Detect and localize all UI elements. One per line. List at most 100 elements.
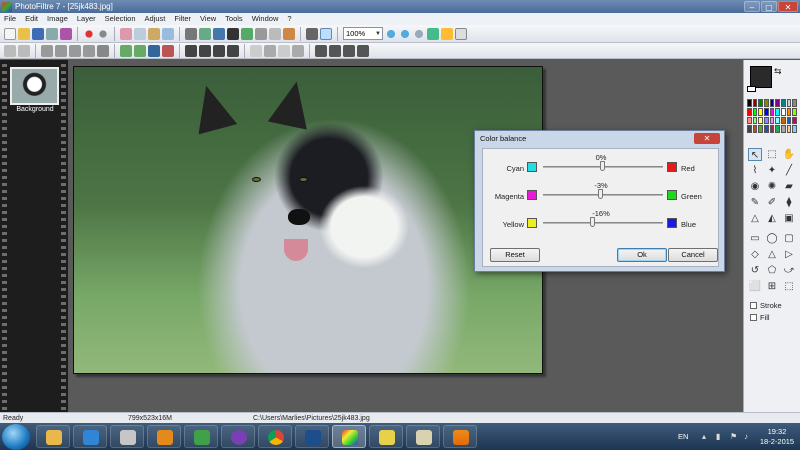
fill-option[interactable]: Fill bbox=[750, 313, 770, 322]
rectangle-icon[interactable]: ▭ bbox=[748, 232, 762, 245]
actual-size-icon[interactable] bbox=[413, 27, 425, 40]
pointer-icon[interactable]: ↖ bbox=[748, 148, 762, 161]
frame-select-icon[interactable]: ⬚ bbox=[782, 280, 796, 293]
tray-arrow-icon[interactable]: ▴ bbox=[702, 432, 711, 441]
palette-swatch[interactable] bbox=[786, 107, 792, 116]
taskbar-music[interactable] bbox=[221, 425, 255, 448]
swap-colors-icon[interactable]: ⇆ bbox=[774, 66, 782, 77]
palette-swatch[interactable] bbox=[758, 116, 763, 125]
canvas-size-icon[interactable] bbox=[199, 27, 211, 40]
minimize-button[interactable]: – bbox=[744, 1, 760, 12]
selection-add-icon[interactable] bbox=[18, 44, 30, 57]
levels-icon[interactable] bbox=[120, 44, 132, 57]
palette-swatch[interactable] bbox=[763, 99, 769, 107]
palette-swatch[interactable] bbox=[775, 125, 780, 133]
new-file-icon[interactable] bbox=[4, 27, 16, 40]
spray-icon[interactable]: ✺ bbox=[765, 180, 779, 193]
palette-swatch[interactable] bbox=[775, 107, 780, 116]
brightness-icon[interactable] bbox=[41, 44, 53, 57]
selection-icon[interactable] bbox=[4, 44, 16, 57]
palette-swatch[interactable] bbox=[752, 107, 758, 116]
blur-icon[interactable] bbox=[250, 44, 262, 57]
palette-swatch[interactable] bbox=[769, 99, 775, 107]
palette-swatch[interactable] bbox=[752, 99, 758, 107]
fill-bucket-icon[interactable]: ◉ bbox=[748, 180, 762, 193]
flag-icon[interactable]: ⚑ bbox=[730, 432, 739, 441]
cancel-button[interactable]: Cancel bbox=[668, 248, 718, 262]
flip-icon[interactable] bbox=[227, 44, 239, 57]
palette-swatch[interactable] bbox=[747, 125, 752, 133]
menu-tools[interactable]: Tools bbox=[225, 13, 243, 25]
stroke-checkbox[interactable] bbox=[750, 302, 757, 309]
cut-icon[interactable] bbox=[120, 27, 132, 40]
stamp-icon[interactable]: ⧫ bbox=[782, 196, 796, 209]
flip-horizontal-icon[interactable] bbox=[343, 44, 355, 57]
palette-swatch[interactable] bbox=[775, 99, 780, 107]
menu-layer[interactable]: Layer bbox=[77, 13, 96, 25]
palette-swatch[interactable] bbox=[786, 125, 792, 133]
taskbar-video[interactable] bbox=[147, 425, 181, 448]
redo-icon[interactable] bbox=[97, 27, 109, 40]
palette-swatch[interactable] bbox=[747, 116, 752, 125]
palette-swatch[interactable] bbox=[786, 99, 792, 107]
paste-new-icon[interactable] bbox=[162, 27, 174, 40]
full-screen-icon[interactable] bbox=[441, 27, 453, 40]
rotate-right-icon[interactable] bbox=[329, 44, 341, 57]
taskbar-archive[interactable] bbox=[406, 425, 440, 448]
line-icon[interactable]: ╱ bbox=[782, 164, 796, 177]
maximize-button[interactable]: ▢ bbox=[761, 1, 777, 12]
palette-swatch[interactable] bbox=[763, 116, 769, 125]
yellow-blue-slider-thumb[interactable] bbox=[590, 217, 596, 227]
image-size-icon[interactable] bbox=[185, 27, 197, 40]
color-palette[interactable] bbox=[747, 99, 797, 133]
histogram-icon[interactable] bbox=[148, 44, 160, 57]
clock-date[interactable]: 18-2-2015 bbox=[757, 437, 797, 446]
palette-swatch[interactable] bbox=[780, 125, 786, 133]
print-icon[interactable] bbox=[46, 27, 58, 40]
noise-icon[interactable] bbox=[292, 44, 304, 57]
flip-vertical-icon[interactable] bbox=[357, 44, 369, 57]
open-folder-icon[interactable] bbox=[18, 27, 30, 40]
palette-swatch[interactable] bbox=[792, 107, 797, 116]
soften-icon[interactable] bbox=[278, 44, 290, 57]
automatic-crop-icon[interactable] bbox=[241, 27, 253, 40]
magenta-green-slider-thumb[interactable] bbox=[598, 189, 604, 199]
rectangle-select-icon[interactable]: ⬜ bbox=[748, 280, 762, 293]
palette-swatch[interactable] bbox=[763, 125, 769, 133]
stroke-option[interactable]: Stroke bbox=[750, 301, 782, 310]
eraser-icon[interactable]: ▰ bbox=[782, 180, 796, 193]
polygon-icon[interactable]: ⬠ bbox=[765, 264, 779, 277]
text-tool-icon[interactable] bbox=[306, 27, 318, 40]
network-icon[interactable]: ▮ bbox=[716, 432, 725, 441]
fit-window-icon[interactable] bbox=[427, 27, 439, 40]
hand-icon[interactable]: ✋ bbox=[782, 148, 796, 161]
palette-swatch[interactable] bbox=[769, 107, 775, 116]
taskbar-explorer[interactable] bbox=[36, 425, 70, 448]
menu-adjust[interactable]: Adjust bbox=[145, 13, 166, 25]
triangle-icon[interactable]: △ bbox=[765, 248, 779, 261]
comment-icon[interactable] bbox=[455, 27, 467, 40]
palette-swatch[interactable] bbox=[752, 116, 758, 125]
transparency-icon[interactable] bbox=[269, 27, 281, 40]
menu-file[interactable]: File bbox=[4, 13, 16, 25]
palette-swatch[interactable] bbox=[792, 125, 797, 133]
crop-icon[interactable] bbox=[227, 27, 239, 40]
palette-swatch[interactable] bbox=[780, 107, 786, 116]
reset-button[interactable]: Reset bbox=[490, 248, 540, 262]
dialog-close-button[interactable]: ✕ bbox=[694, 133, 720, 144]
save-icon[interactable] bbox=[32, 27, 44, 40]
taskbar-notes[interactable] bbox=[369, 425, 403, 448]
palette-swatch[interactable] bbox=[780, 99, 786, 107]
rounded-rectangle-icon[interactable]: ▢ bbox=[782, 232, 796, 245]
scan-icon[interactable] bbox=[60, 27, 72, 40]
taskbar-vlc[interactable] bbox=[443, 425, 477, 448]
grayscale-icon[interactable] bbox=[185, 44, 197, 57]
duplicate-icon[interactable] bbox=[255, 27, 267, 40]
lasso-icon[interactable]: ↺ bbox=[748, 264, 762, 277]
display-icon[interactable] bbox=[320, 27, 332, 40]
taskbar-printer[interactable] bbox=[110, 425, 144, 448]
palette-swatch[interactable] bbox=[747, 99, 752, 107]
smudge-drop-icon[interactable]: ◭ bbox=[765, 212, 779, 225]
close-button[interactable]: ✕ bbox=[778, 1, 798, 12]
saturation-icon[interactable] bbox=[69, 44, 81, 57]
